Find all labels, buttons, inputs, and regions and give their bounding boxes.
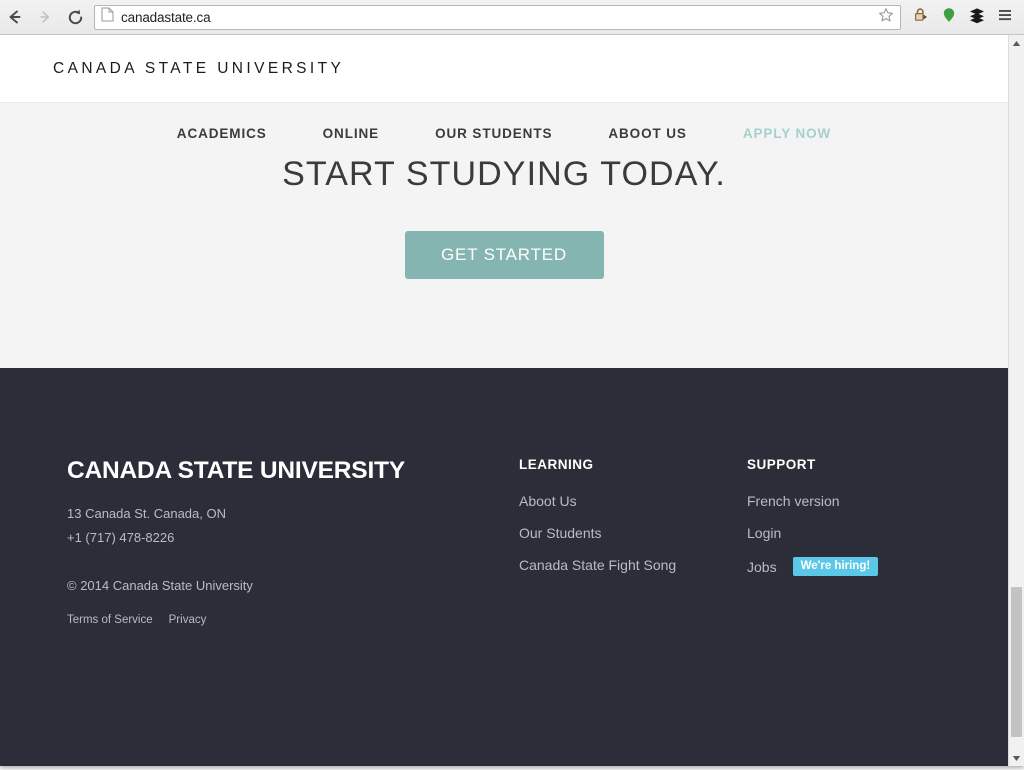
footer-phone: +1 (717) 478-8226: [67, 530, 175, 545]
scroll-down-arrow-icon: [1012, 749, 1021, 766]
footer-link-aboot-us[interactable]: Aboot Us: [519, 493, 747, 509]
bookmark-star-icon[interactable]: [878, 7, 894, 28]
footer-link-jobs[interactable]: Jobs: [747, 559, 777, 575]
site-header: CANADA STATE UNIVERSITY: [0, 35, 1008, 103]
green-pin-extension-icon: [940, 6, 958, 29]
forward-button[interactable]: [30, 2, 60, 32]
hero-section: ACADEMICS ONLINE OUR STUDENTS ABOOT US A…: [0, 103, 1008, 368]
main-navigation: ACADEMICS ONLINE OUR STUDENTS ABOOT US A…: [0, 103, 1008, 141]
nav-item-our-students[interactable]: OUR STUDENTS: [435, 126, 552, 141]
scroll-down-button[interactable]: [1009, 750, 1024, 766]
footer-link-fight-song[interactable]: Canada State Fight Song: [519, 557, 747, 573]
site-logo[interactable]: CANADA STATE UNIVERSITY: [53, 60, 344, 78]
layers-extension-button[interactable]: [963, 2, 991, 32]
hero-cta-wrapper: GET STARTED: [0, 231, 1008, 279]
footer-link-privacy[interactable]: Privacy: [169, 614, 207, 626]
layers-extension-icon: [968, 6, 986, 29]
hamburger-menu-button[interactable]: [991, 2, 1019, 32]
url-text: canadastate.ca: [121, 9, 211, 25]
green-pin-extension-button[interactable]: [935, 2, 963, 32]
reload-icon: [66, 8, 85, 27]
footer-jobs-row: Jobs We're hiring!: [747, 557, 975, 576]
hiring-badge: We're hiring!: [792, 557, 879, 576]
browser-toolbar: canadastate.ca: [0, 0, 1024, 35]
footer-link-terms-of-service[interactable]: Terms of Service: [67, 614, 153, 626]
address-bar[interactable]: canadastate.ca: [94, 4, 901, 30]
footer-copyright: © 2014 Canada State University: [67, 578, 253, 593]
back-arrow-icon: [6, 8, 24, 26]
reload-button[interactable]: [60, 2, 90, 32]
lock-extension-button[interactable]: [907, 2, 935, 32]
hero-title: START STUDYING TODAY.: [282, 155, 726, 193]
page-document-icon: [101, 7, 114, 27]
footer-link-login[interactable]: Login: [747, 525, 975, 541]
scroll-up-button[interactable]: [1009, 35, 1024, 51]
footer-columns: CANADA STATE UNIVERSITY 13 Canada St. Ca…: [0, 368, 1008, 626]
page-scrollbar[interactable]: [1008, 35, 1024, 766]
back-button[interactable]: [0, 2, 30, 32]
browser-window: canadastate.ca CANADA STATE UNIVERSITY A…: [0, 0, 1024, 766]
get-started-button[interactable]: GET STARTED: [404, 231, 604, 279]
page-viewport: CANADA STATE UNIVERSITY ACADEMICS ONLINE…: [0, 35, 1008, 766]
hamburger-menu-icon: [996, 6, 1014, 29]
nav-item-online[interactable]: ONLINE: [323, 126, 379, 141]
scroll-up-arrow-icon: [1012, 34, 1021, 52]
nav-item-academics[interactable]: ACADEMICS: [177, 126, 267, 141]
footer-brand: CANADA STATE UNIVERSITY: [67, 457, 405, 484]
footer-learning-column: LEARNING Aboot Us Our Students Canada St…: [519, 457, 747, 626]
footer-brand-column: CANADA STATE UNIVERSITY 13 Canada St. Ca…: [67, 457, 519, 626]
nav-item-apply-now[interactable]: APPLY NOW: [743, 126, 831, 141]
site-footer: CANADA STATE UNIVERSITY 13 Canada St. Ca…: [0, 368, 1008, 766]
footer-support-column: SUPPORT French version Login Jobs We're …: [747, 457, 975, 626]
lock-extension-icon: [912, 6, 930, 29]
footer-link-our-students[interactable]: Our Students: [519, 525, 747, 541]
footer-legal-links: Terms of Service Privacy: [67, 614, 519, 626]
footer-link-french-version[interactable]: French version: [747, 493, 975, 509]
footer-learning-title: LEARNING: [519, 457, 594, 472]
forward-arrow-icon: [36, 8, 54, 26]
footer-address: 13 Canada St. Canada, ON: [67, 506, 226, 521]
scrollbar-thumb[interactable]: [1011, 587, 1022, 737]
footer-support-title: SUPPORT: [747, 457, 816, 472]
nav-item-aboot-us[interactable]: ABOOT US: [608, 126, 686, 141]
